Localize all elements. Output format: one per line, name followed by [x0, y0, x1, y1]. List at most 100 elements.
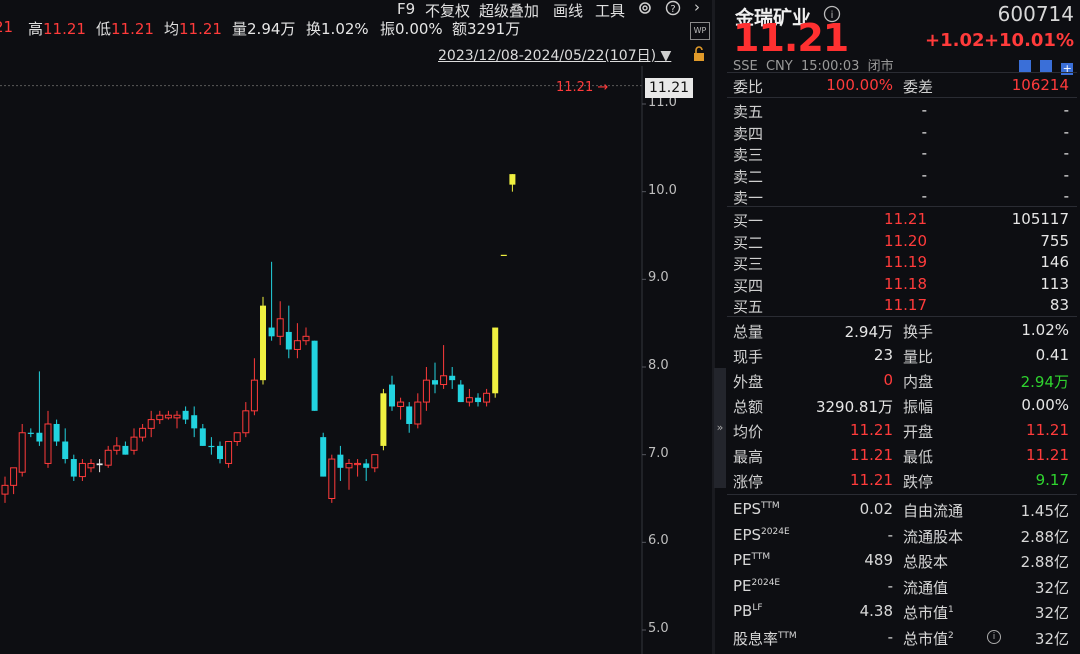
candle[interactable]: [233, 432, 241, 446]
candle[interactable]: [53, 419, 60, 446]
candle-body: [164, 414, 172, 419]
info-icon[interactable]: i: [987, 629, 1001, 644]
candle[interactable]: [285, 305, 292, 359]
candle-body: [217, 445, 223, 460]
candle[interactable]: [422, 367, 430, 411]
candle[interactable]: [217, 441, 223, 464]
candle-body: [53, 423, 60, 442]
candlestick-chart[interactable]: [0, 66, 712, 654]
candle[interactable]: [87, 459, 95, 473]
candle[interactable]: [302, 327, 310, 346]
candle[interactable]: [492, 327, 499, 398]
candle[interactable]: [10, 467, 18, 495]
sell-order-row[interactable]: 卖一 - -: [727, 185, 1073, 207]
fundamental-value: -: [888, 526, 893, 544]
candle-body: [293, 340, 301, 350]
candle[interactable]: [225, 441, 233, 468]
candle[interactable]: [36, 371, 43, 446]
chevron-right-icon[interactable]: ›: [694, 0, 700, 16]
candle[interactable]: [457, 380, 464, 403]
candle[interactable]: [113, 437, 121, 455]
wp-badge[interactable]: WP: [690, 22, 710, 40]
candle[interactable]: [328, 454, 336, 503]
fundamental-value-text: 32亿: [1034, 578, 1069, 597]
menu-tools[interactable]: 工具: [595, 0, 625, 21]
candle[interactable]: [337, 445, 344, 481]
candle[interactable]: [156, 410, 164, 424]
candle[interactable]: [371, 454, 379, 473]
y-tick-label: 9.0: [648, 270, 669, 286]
candle-body: [276, 318, 284, 337]
candle[interactable]: [380, 388, 387, 451]
collapse-panel-button[interactable]: »: [714, 368, 726, 488]
candle[interactable]: [397, 397, 405, 420]
candle[interactable]: [276, 301, 284, 346]
candle[interactable]: [62, 428, 69, 464]
menu-f9[interactable]: F9: [397, 0, 415, 18]
settings-icon[interactable]: [637, 0, 653, 16]
candle[interactable]: [440, 345, 448, 389]
candle[interactable]: [147, 410, 155, 438]
candle[interactable]: [139, 423, 147, 442]
buy-order-row[interactable]: 买四 11.18 113: [727, 273, 1073, 295]
lock-icon[interactable]: [692, 46, 706, 62]
candle[interactable]: [250, 358, 258, 416]
candle[interactable]: [345, 459, 353, 490]
candle[interactable]: [208, 437, 215, 455]
candle[interactable]: [27, 428, 34, 438]
candle[interactable]: [44, 410, 52, 468]
candle[interactable]: [354, 459, 362, 477]
menu-draw-line[interactable]: 画线: [553, 0, 583, 21]
panel-divider[interactable]: [712, 0, 715, 654]
buy-order-row[interactable]: 买三 11.19 146: [727, 251, 1073, 273]
candle[interactable]: [199, 423, 206, 446]
buy-order-row[interactable]: 买二 11.20 755: [727, 230, 1073, 252]
candle-body: [147, 419, 155, 429]
candle[interactable]: [130, 428, 138, 455]
buy-order-row[interactable]: 买一 11.21 105117: [727, 208, 1073, 230]
edit-icon[interactable]: [1019, 60, 1031, 72]
buy-order-row[interactable]: 买五 11.17 83: [727, 294, 1073, 316]
stat-label: 最低: [903, 448, 934, 466]
candle[interactable]: [389, 375, 395, 411]
candle[interactable]: [173, 410, 181, 429]
candle[interactable]: [96, 459, 103, 473]
fundamental-label-text: 总股本: [903, 553, 949, 571]
candle[interactable]: [483, 388, 491, 407]
candle[interactable]: [164, 410, 172, 420]
candle[interactable]: [406, 402, 413, 433]
candle[interactable]: [70, 454, 77, 481]
candle[interactable]: [242, 402, 250, 438]
candle[interactable]: [449, 367, 456, 389]
date-range-selector[interactable]: 2023/12/08-2024/05/22(107日) ▼: [438, 45, 671, 65]
candle[interactable]: [311, 340, 318, 411]
candle[interactable]: [1, 476, 9, 503]
candle[interactable]: [432, 362, 438, 394]
candle[interactable]: [475, 393, 481, 407]
sell-order-row[interactable]: 卖四 - -: [727, 121, 1073, 143]
candle[interactable]: [78, 459, 86, 481]
stat-value: 3290.81万: [815, 398, 893, 416]
candle[interactable]: [268, 261, 275, 341]
candle[interactable]: [465, 388, 473, 407]
candle[interactable]: [509, 174, 516, 192]
info-item-value: 21: [0, 18, 14, 36]
sell-order-row[interactable]: 卖三 - -: [727, 142, 1073, 164]
candle[interactable]: [122, 441, 129, 455]
price-change: +1.02: [925, 30, 985, 51]
candle[interactable]: [104, 445, 112, 468]
candle[interactable]: [191, 406, 198, 438]
candle[interactable]: [320, 432, 327, 477]
candle[interactable]: [18, 423, 26, 477]
candle[interactable]: [500, 254, 507, 256]
candle[interactable]: [260, 296, 266, 385]
help-icon[interactable]: ?: [665, 0, 681, 16]
sell-order-row[interactable]: 卖二 - -: [727, 164, 1073, 186]
candle[interactable]: [414, 393, 422, 429]
stat-value: 0.41: [1035, 346, 1069, 364]
copy-icon[interactable]: [1040, 60, 1053, 72]
candle[interactable]: [182, 406, 189, 424]
candle[interactable]: [363, 459, 370, 481]
sell-order-row[interactable]: 卖五 - -: [727, 99, 1073, 121]
candle[interactable]: [293, 323, 301, 359]
